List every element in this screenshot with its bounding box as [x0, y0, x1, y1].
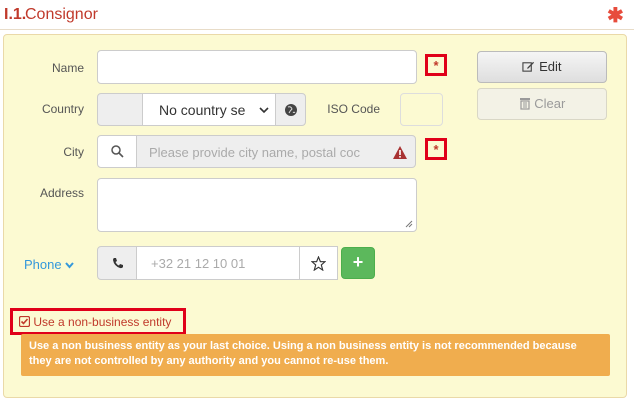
- phone-placeholder: +32 21 12 10 01: [151, 256, 246, 271]
- favorite-button[interactable]: [299, 246, 338, 280]
- city-search-addon: [97, 135, 137, 168]
- name-label: Name: [51, 61, 84, 75]
- chevron-down-icon: [259, 107, 269, 114]
- edit-button[interactable]: Edit: [477, 51, 607, 83]
- clear-button[interactable]: Clear: [477, 88, 607, 120]
- non-business-label: Use a non-business entity: [33, 315, 172, 329]
- globe-button[interactable]: [275, 93, 306, 126]
- city-input[interactable]: Please provide city name, postal coc: [136, 135, 416, 168]
- required-asterisk-icon: ✱: [607, 5, 624, 27]
- globe-icon: [285, 104, 297, 116]
- section-header: I.1. Consignor ✱: [0, 0, 634, 30]
- section-title: Consignor: [25, 6, 98, 23]
- name-input[interactable]: [97, 50, 417, 84]
- iso-code-label: ISO Code: [327, 102, 380, 116]
- phone-label: Phone: [24, 257, 62, 272]
- add-phone-button[interactable]: +: [341, 247, 375, 279]
- non-business-warning: Use a non business entity as your last c…: [21, 334, 610, 376]
- edit-icon: [522, 61, 535, 72]
- clear-label: Clear: [534, 96, 566, 111]
- country-label: Country: [41, 102, 84, 116]
- star-icon: [311, 256, 326, 271]
- non-business-checkbox[interactable]: Use a non-business entity: [18, 315, 172, 329]
- chevron-down-icon: [65, 262, 74, 269]
- city-required-marker: *: [425, 138, 447, 160]
- warning-icon: [393, 146, 407, 159]
- edit-label: Edit: [539, 59, 562, 74]
- country-flag-addon: [97, 93, 143, 126]
- resize-handle-icon[interactable]: [405, 220, 413, 228]
- phone-input[interactable]: +32 21 12 10 01: [136, 246, 300, 280]
- iso-code-input[interactable]: [400, 93, 443, 126]
- section-number: I.1.: [4, 6, 27, 23]
- consignor-panel: Name * Edit Clear Country No country se: [3, 34, 627, 398]
- name-required-marker: *: [425, 54, 447, 76]
- address-textarea[interactable]: [97, 178, 417, 232]
- city-label: City: [63, 145, 84, 159]
- city-placeholder: Please provide city name, postal coc: [149, 145, 360, 160]
- phone-icon: [113, 258, 123, 269]
- country-select[interactable]: No country se: [142, 93, 276, 126]
- phone-icon-addon: [97, 246, 137, 280]
- search-icon: [111, 145, 124, 158]
- address-label: Address: [39, 186, 84, 200]
- trash-icon: [519, 98, 530, 110]
- phone-type-dropdown[interactable]: Phone: [24, 257, 74, 272]
- checkbox-checked-icon: [18, 315, 31, 328]
- plus-icon: +: [352, 252, 364, 272]
- country-select-value: No country se: [159, 102, 246, 118]
